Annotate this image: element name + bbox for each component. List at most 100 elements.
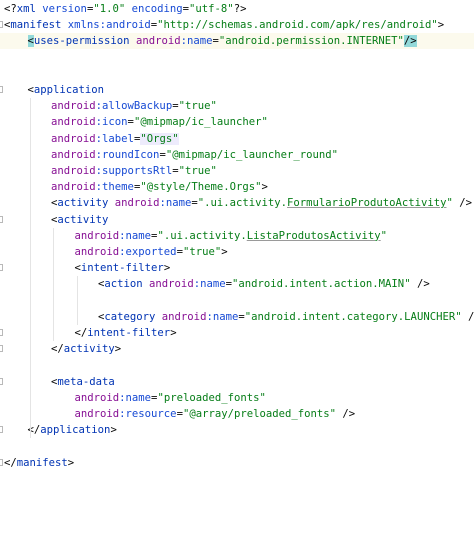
gutter — [0, 33, 6, 49]
code-token: "@array/preloaded_fonts" — [182, 408, 337, 420]
code-token: application — [33, 84, 105, 96]
code-line[interactable]: android:name=".ui.activity.ListaProdutos… — [0, 228, 474, 244]
code-line[interactable] — [0, 293, 474, 309]
code-token: manifest — [16, 456, 68, 469]
fold-marker-icon[interactable] — [0, 377, 3, 385]
code-token: android — [161, 310, 207, 323]
fold-marker-icon[interactable] — [0, 458, 3, 466]
code-token: :name — [159, 197, 192, 210]
code-token: :roundIcon — [95, 148, 160, 161]
code-line[interactable]: <category android:name="android.intent.c… — [0, 309, 474, 325]
gutter — [0, 309, 6, 325]
code-token: "@style/Theme.Orgs" — [140, 181, 262, 194]
code-token: :theme — [95, 181, 134, 194]
code-line[interactable]: </manifest> — [0, 455, 474, 471]
code-token: </ — [74, 327, 88, 339]
code-line[interactable]: <application — [0, 82, 474, 98]
fold-marker-icon[interactable] — [0, 215, 3, 223]
code-line[interactable]: android:theme="@style/Theme.Orgs"> — [0, 179, 474, 195]
code-line[interactable]: <activity android:name=".ui.activity.For… — [0, 195, 474, 211]
code-token: :resource — [119, 408, 177, 420]
code-token: > — [114, 343, 122, 356]
code-text: <action android:name="android.intent.act… — [98, 276, 430, 292]
indent-guide — [76, 276, 78, 325]
code-token: manifest — [10, 19, 68, 32]
code-token: :name — [206, 310, 239, 323]
code-line[interactable]: </activity> — [0, 341, 474, 357]
code-token: activity — [63, 343, 115, 356]
code-token: "android.intent.action.MAIN" — [231, 278, 411, 291]
code-line[interactable]: android:exported="true"> — [0, 244, 474, 260]
fold-marker-icon[interactable] — [0, 86, 3, 93]
code-line[interactable] — [0, 66, 474, 82]
code-token: /> — [467, 310, 474, 323]
code-line[interactable] — [0, 357, 474, 373]
fold-marker-icon[interactable] — [0, 21, 3, 29]
code-token: uses-permission — [33, 35, 136, 48]
code-line[interactable] — [0, 50, 474, 66]
code-line[interactable]: android:resource="@array/preloaded_fonts… — [0, 406, 474, 422]
code-editor[interactable]: <?xml version="1.0" encoding="utf-8"?> <m… — [0, 0, 474, 557]
code-token: android — [51, 132, 96, 145]
code-text: <application — [28, 82, 105, 98]
code-line[interactable]: android:allowBackup="true" — [0, 98, 474, 114]
gutter — [0, 341, 6, 357]
code-token: :supportsRtl — [95, 165, 173, 177]
code-line[interactable]: <action android:name="android.intent.act… — [0, 276, 474, 292]
code-token: /> — [403, 35, 417, 48]
code-text: android:name="preloaded_fonts" — [75, 390, 266, 406]
code-token: android — [149, 278, 194, 291]
code-line[interactable]: <uses-permission android:name="android.p… — [0, 33, 474, 50]
code-token: > — [170, 327, 177, 339]
code-token: "@mipmap/ic_launcher" — [133, 116, 268, 129]
code-token: activity — [57, 197, 115, 210]
code-token: :name — [119, 229, 152, 242]
code-token: "http://schemas.android.com/apk/res/andr… — [157, 19, 438, 32]
code-token: ".ui.activity. — [197, 197, 288, 210]
gutter — [0, 82, 6, 98]
code-line[interactable]: </intent-filter> — [0, 325, 474, 341]
code-token: "1.0" — [93, 3, 126, 15]
fold-marker-icon[interactable] — [0, 264, 3, 272]
code-token: </ — [51, 343, 64, 356]
code-token: > — [437, 19, 445, 32]
code-line[interactable]: <intent-filter> — [0, 260, 474, 276]
code-text: </application> — [28, 422, 117, 438]
gutter — [0, 244, 6, 260]
indent-guide — [53, 227, 54, 342]
code-line[interactable]: <?xml version="1.0" encoding="utf-8"?> — [0, 1, 474, 17]
code-token: :name — [119, 391, 152, 404]
code-line[interactable]: <activity — [0, 212, 474, 228]
code-token: android — [74, 391, 120, 404]
code-token: "android.intent.category.LAUNCHER" — [244, 310, 462, 323]
code-line[interactable]: </application> — [0, 422, 474, 438]
gutter — [0, 422, 6, 438]
code-line[interactable]: android:icon="@mipmap/ic_launcher" — [0, 114, 474, 130]
code-token: android — [51, 181, 96, 194]
code-text: </intent-filter> — [75, 325, 177, 341]
code-token: xmlns:android — [67, 19, 151, 32]
code-token: "android.permission.INTERNET" — [218, 35, 404, 48]
fold-marker-icon[interactable] — [0, 329, 3, 336]
code-token: android — [51, 148, 96, 161]
code-line[interactable]: android:roundIcon="@mipmap/ic_launcher_r… — [0, 147, 474, 163]
gutter — [0, 406, 6, 422]
code-text: android:label="Orgs" — [51, 131, 179, 147]
code-line[interactable]: android:name="preloaded_fonts" — [0, 390, 474, 406]
code-token: android — [51, 165, 96, 177]
gutter — [0, 374, 6, 390]
code-token: "true" — [178, 165, 217, 177]
code-line[interactable]: android:supportsRtl="true" — [0, 163, 474, 179]
code-line[interactable] — [0, 438, 474, 454]
code-line[interactable]: <manifest xmlns:android="http://schemas.… — [0, 17, 474, 33]
code-token: /> — [336, 408, 356, 420]
fold-marker-icon[interactable] — [0, 345, 3, 353]
code-line[interactable]: android:label="Orgs" — [0, 131, 474, 147]
code-token: :label — [95, 132, 134, 145]
gutter — [0, 114, 6, 130]
fold-marker-icon[interactable] — [0, 426, 3, 434]
code-text: android:icon="@mipmap/ic_launcher" — [51, 114, 268, 130]
gutter — [0, 147, 6, 163]
code-token: android — [51, 100, 96, 113]
code-line[interactable]: <meta-data — [0, 374, 474, 390]
